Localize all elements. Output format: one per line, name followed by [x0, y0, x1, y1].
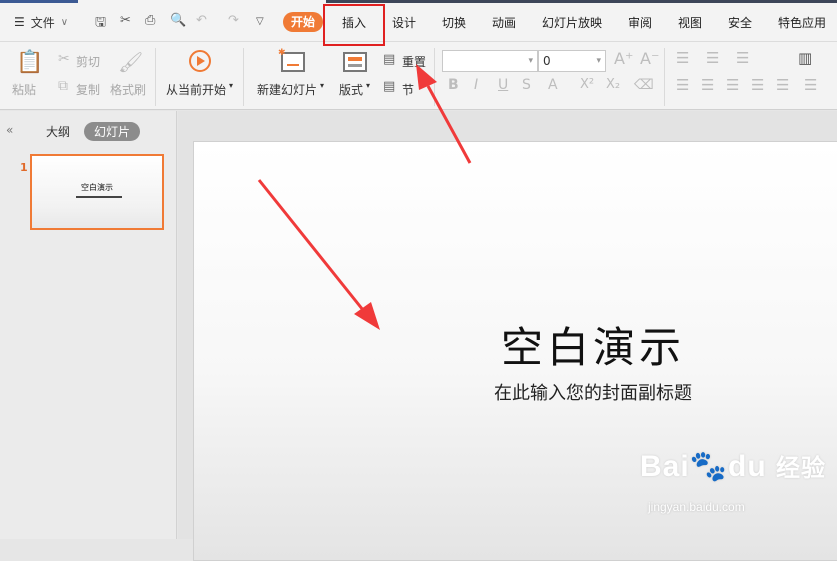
tab-review[interactable]: 审阅: [628, 14, 652, 31]
baidu-jingyan-watermark: Bai🐾du 经验 jingyan.baidu.com: [640, 448, 826, 514]
paw-icon: 🐾: [689, 450, 729, 483]
from-current-button[interactable]: 从当前开始: [166, 81, 226, 98]
format-painter-button[interactable]: 格式刷: [110, 81, 146, 98]
copy-icon: ⧉: [58, 78, 68, 94]
chevron-down-icon: ▾: [366, 81, 371, 90]
title-strip-left: [0, 0, 78, 3]
columns-icon[interactable]: ▥: [798, 51, 812, 66]
font-size-value: 0: [543, 54, 551, 68]
paste-button[interactable]: 粘贴: [12, 81, 36, 98]
tab-special-apps[interactable]: 特色应用: [778, 14, 826, 31]
format-painter-icon: 🖌: [118, 50, 144, 74]
reset-button[interactable]: 重置: [402, 53, 426, 70]
bold-icon[interactable]: B: [448, 78, 459, 92]
collapse-panel-icon[interactable]: «: [6, 123, 13, 137]
strikethrough-icon[interactable]: S: [522, 78, 531, 92]
tab-design[interactable]: 设计: [392, 14, 416, 31]
tab-animation[interactable]: 动画: [492, 14, 516, 31]
new-slide-icon[interactable]: ✱: [278, 48, 305, 72]
ribbon-home: 📋 粘贴 ✂ 剪切 ⧉ 复制 🖌 格式刷 从当前开始 ▾ ✱ 新建幻灯片 ▾ 版…: [0, 42, 837, 110]
section-icon: ▤: [383, 79, 396, 94]
align-left-icon[interactable]: ☰: [676, 78, 689, 93]
thumbnail-title: 空白演示: [81, 183, 113, 192]
tab-transition[interactable]: 切换: [442, 14, 466, 31]
watermark-logo-bai: Bai: [640, 450, 690, 483]
format-icon[interactable]: ✂: [120, 13, 131, 28]
ribbon-separator: [155, 48, 156, 106]
new-slide-button[interactable]: 新建幻灯片: [257, 81, 317, 98]
title-strip-right: [326, 0, 837, 3]
watermark-logo: Bai🐾du 经验: [640, 448, 826, 484]
watermark-logo-jingyan: 经验: [776, 455, 827, 482]
file-menu-button[interactable]: ☰ 文件 ∨: [14, 12, 68, 32]
layout-button[interactable]: 版式: [339, 81, 363, 98]
reset-icon: ▤: [383, 52, 396, 67]
file-menu-label: 文件: [30, 15, 55, 30]
subscript-icon[interactable]: X₂: [606, 78, 620, 91]
underline-icon[interactable]: U: [498, 78, 508, 92]
highlight-box: [323, 4, 385, 46]
cut-icon: ✂: [58, 51, 70, 67]
tab-slideshow[interactable]: 幻灯片放映: [542, 14, 602, 31]
layout-icon[interactable]: [343, 52, 367, 72]
distribute-icon[interactable]: ☰: [776, 78, 789, 93]
chevron-down-icon: ▾: [229, 81, 234, 90]
bullet-list-icon[interactable]: ☰: [676, 51, 689, 66]
font-color-icon[interactable]: A: [548, 78, 558, 92]
copy-button[interactable]: 复制: [76, 81, 100, 98]
shrink-font-icon[interactable]: A⁻: [640, 51, 659, 67]
grow-font-icon[interactable]: A⁺: [614, 51, 633, 67]
indent-icon[interactable]: ☰: [736, 51, 749, 66]
print-icon[interactable]: ⎙: [145, 13, 155, 28]
chevron-down-icon: ∨: [60, 16, 69, 28]
play-icon[interactable]: [189, 50, 211, 72]
numbered-list-icon[interactable]: ☰: [706, 51, 719, 66]
line-spacing-icon[interactable]: ☰: [804, 78, 817, 93]
slide-thumbnail[interactable]: 空白演示: [30, 154, 164, 230]
save-icon[interactable]: 🖫: [95, 13, 106, 35]
cut-button[interactable]: 剪切: [76, 53, 100, 70]
slide-subtitle[interactable]: 在此输入您的封面副标题: [194, 379, 837, 405]
chevron-down-icon: ▾: [528, 56, 533, 66]
slide[interactable]: 空白演示 在此输入您的封面副标题: [193, 141, 837, 561]
watermark-url: jingyan.baidu.com: [648, 500, 745, 514]
align-center-icon[interactable]: ☰: [701, 78, 714, 93]
redo-icon[interactable]: ↷: [228, 13, 239, 28]
tab-view[interactable]: 视图: [678, 14, 702, 31]
slide-number: 1: [20, 161, 28, 174]
menu-bar: ☰ 文件 ∨ 🖫 ✂ ⎙ 🔍 ↶ ↷ ▽ 开始 插入 设计 切换 动画 幻灯片放…: [0, 0, 837, 42]
font-size-select[interactable]: 0 ▾: [538, 50, 606, 72]
ribbon-separator: [664, 48, 665, 106]
quick-access-dropdown-icon[interactable]: ▽: [256, 16, 264, 27]
tab-home[interactable]: 开始: [283, 12, 323, 32]
chevron-down-icon: ▾: [320, 81, 325, 90]
undo-icon[interactable]: ↶: [196, 13, 207, 28]
tab-outline[interactable]: 大纲: [46, 123, 70, 140]
paste-icon[interactable]: 📋: [16, 52, 43, 74]
ribbon-separator: [243, 48, 244, 106]
superscript-icon[interactable]: X²: [580, 78, 594, 91]
watermark-logo-du: du: [728, 450, 767, 483]
clear-format-icon[interactable]: ⌫: [634, 78, 654, 92]
menu-icon: ☰: [14, 15, 25, 29]
thumbnail-subtitle-line: [76, 196, 122, 198]
section-button[interactable]: 节: [402, 81, 414, 98]
ribbon-separator: [434, 48, 435, 106]
tab-security[interactable]: 安全: [728, 14, 752, 31]
slide-title[interactable]: 空白演示: [194, 314, 837, 375]
print-preview-icon[interactable]: 🔍: [170, 13, 186, 28]
tab-slides[interactable]: 幻灯片: [84, 122, 141, 141]
italic-icon[interactable]: I: [474, 78, 478, 92]
slide-navigation-panel: « 大纲 幻灯片 1 空白演示: [0, 111, 177, 539]
font-family-select[interactable]: ▾: [442, 50, 538, 72]
justify-icon[interactable]: ☰: [751, 78, 764, 93]
align-right-icon[interactable]: ☰: [726, 78, 739, 93]
chevron-down-icon: ▾: [596, 56, 601, 66]
